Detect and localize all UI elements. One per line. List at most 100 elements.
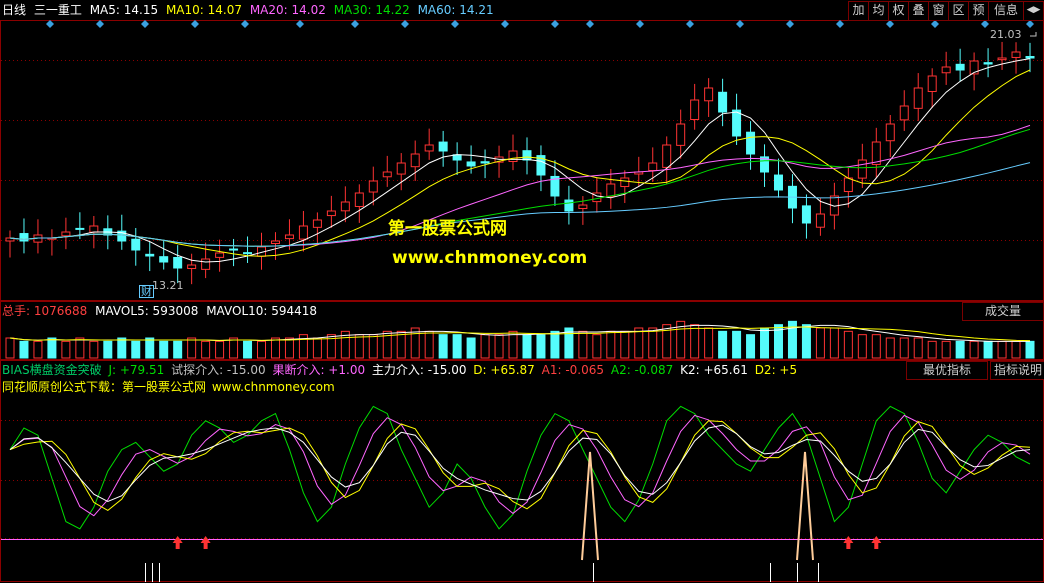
volume-bar [648, 327, 658, 359]
ma5-label: MA5: 14.15 [89, 3, 159, 17]
candle-body [773, 174, 783, 191]
volume-bar [312, 337, 322, 359]
candle-body [75, 227, 85, 230]
event-marker-icon [46, 20, 54, 28]
mavol5-label: MAVOL5: 593008 [95, 304, 199, 318]
candle-body [368, 180, 378, 193]
volume-bar [746, 334, 756, 359]
best-indicator-button[interactable]: 最优指标 [906, 361, 988, 380]
indicator-source: 同花顺原创公式下载：第一股票公式网 www.chnmoney.com [2, 378, 337, 395]
ma30-label: MA30: 14.22 [333, 3, 410, 17]
volume-bar [243, 340, 253, 359]
candle-body [927, 75, 937, 93]
candle-body [522, 150, 532, 161]
volume-bar [131, 340, 141, 359]
candle-body [89, 225, 99, 233]
spike-signal [581, 451, 599, 561]
candle-body [131, 238, 141, 251]
ma60-line [9, 162, 1031, 247]
ma60-label: MA60: 14.21 [417, 3, 494, 17]
candle-body [648, 162, 658, 172]
buy-signal-arrow-icon [871, 536, 882, 549]
candle-body [382, 171, 392, 178]
indicator-k-line [9, 414, 1031, 517]
volume-bar [47, 337, 57, 359]
toolbar-forecast-button[interactable]: 预 [968, 1, 989, 21]
toolbar-overlay-button[interactable]: 叠 [908, 1, 929, 21]
indicator-k2-line [9, 424, 1031, 502]
candle-body [354, 192, 364, 207]
candle-body [340, 201, 350, 212]
volume-bar [89, 340, 99, 359]
event-marker-icon [191, 20, 199, 28]
volume-bar [33, 340, 43, 359]
candle-body [690, 99, 700, 121]
toolbar-rights-button[interactable]: 权 [888, 1, 909, 21]
event-marker-icon [886, 20, 894, 28]
toolbar-average-button[interactable]: 均 [868, 1, 889, 21]
candle-body [941, 66, 951, 74]
indicator-help-button[interactable]: 指标说明 [990, 361, 1044, 380]
candle-body [312, 219, 322, 228]
candle-body [243, 252, 253, 255]
candle-body [410, 153, 420, 168]
finance-marker[interactable]: 财 [139, 285, 154, 298]
mavol10-label: MAVOL10: 594418 [206, 304, 318, 318]
volume-selector[interactable]: 成交量 [962, 302, 1044, 321]
ma10-label: MA10: 14.07 [165, 3, 242, 17]
toolbar-window-button[interactable]: 窗 [928, 1, 949, 21]
volume-bar [466, 337, 476, 359]
volume-bar [899, 337, 909, 359]
candle-body [424, 144, 434, 152]
volume-bar [857, 334, 867, 359]
volume-bar [871, 334, 881, 359]
volume-bar [732, 330, 742, 359]
candle-body [955, 63, 965, 71]
volume-bar [801, 324, 811, 359]
volume-bar [1025, 340, 1035, 359]
candle-body [229, 248, 239, 251]
event-marker-icon [836, 20, 844, 28]
toolbar-collapse-button[interactable]: ◀▶ [1023, 1, 1044, 21]
toolbar-range-button[interactable]: 区 [948, 1, 969, 21]
indicator-j-line [9, 405, 1031, 530]
event-marker-icon [636, 20, 644, 28]
event-marker-icon [981, 20, 989, 28]
candle-body [983, 62, 993, 65]
candle-body [913, 87, 923, 109]
candle-body [284, 234, 294, 240]
event-marker-icon [931, 20, 939, 28]
volume-bar [103, 340, 113, 359]
toolbar-add-button[interactable]: 加 [848, 1, 869, 21]
volume-bar [522, 334, 532, 359]
candle-body [843, 177, 853, 193]
candle-body [997, 57, 1007, 61]
volume-bar [145, 337, 155, 359]
candle-body [1025, 55, 1035, 59]
chart-toolbar: 加 均 权 叠 窗 区 预 信息 ◀▶ [848, 1, 1044, 21]
volume-bar [229, 337, 239, 359]
candle-body [564, 199, 574, 212]
candle-body [173, 257, 183, 269]
candle-body [1011, 51, 1021, 58]
volume-bar [620, 330, 630, 359]
volume-bar [829, 327, 839, 359]
volume-bar [941, 340, 951, 359]
event-marker-icon [501, 20, 509, 28]
volume-bar [760, 327, 770, 359]
indicator-main-entry: 主力介入: -15.00 [371, 363, 467, 377]
ma20-label: MA20: 14.02 [249, 3, 326, 17]
high-pointer-icon [1030, 32, 1037, 37]
volume-bar [550, 330, 560, 359]
volume-bar [634, 327, 644, 359]
candle-body [480, 161, 490, 164]
volume-bar [5, 337, 15, 359]
indicator-name: BIAS横盘资金突破 [2, 363, 102, 377]
period-label: 日线 [2, 3, 27, 17]
indicator-d-line [9, 420, 1031, 512]
event-marker-icon [401, 20, 409, 28]
candle-body [676, 123, 686, 146]
buy-signal-arrow-icon [843, 536, 854, 549]
toolbar-info-button[interactable]: 信息 [988, 1, 1024, 21]
volume-bar [508, 330, 518, 359]
